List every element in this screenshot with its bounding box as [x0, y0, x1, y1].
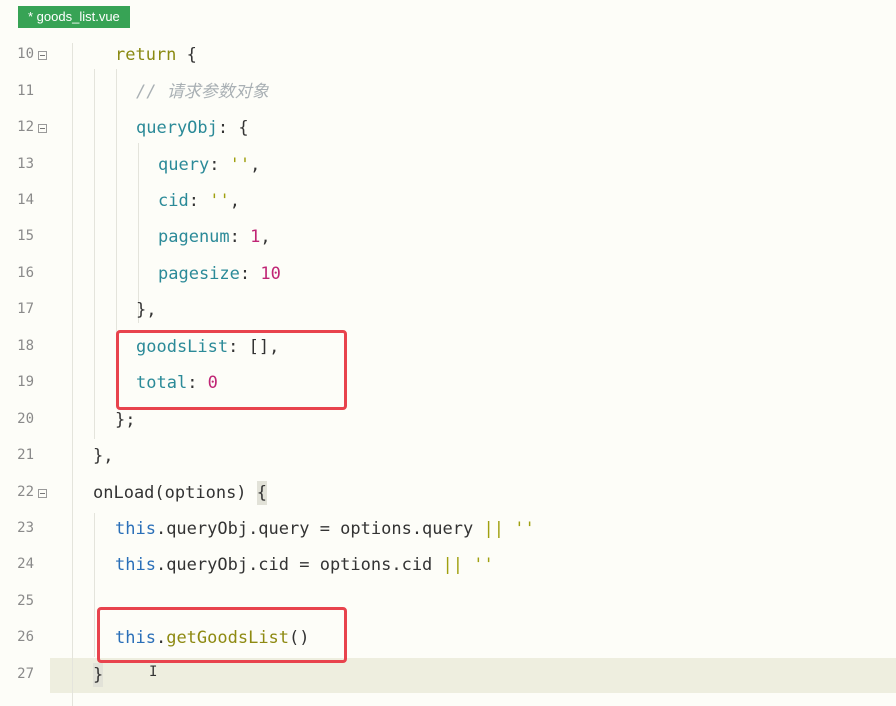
- code-token: .queryObj.cid = options.cid: [155, 555, 443, 575]
- code-line-13: query: '',: [158, 153, 260, 177]
- indent-guide: [72, 43, 73, 706]
- code-line-15: pagenum: 1,: [158, 225, 271, 249]
- editor-tab-bar: * goods_list.vue: [0, 0, 896, 33]
- line-number: 10: [17, 46, 34, 62]
- line-number: 26: [17, 629, 34, 645]
- code-line-21: },: [93, 444, 113, 468]
- code-line-10: return {: [115, 43, 197, 67]
- code-token: },: [93, 446, 114, 466]
- indent-guide: [94, 513, 95, 657]
- line-number: 27: [17, 666, 34, 682]
- file-tab-goods-list[interactable]: * goods_list.vue: [18, 6, 130, 28]
- indent-guide: [94, 69, 95, 439]
- code-line-12: queryObj: {: [136, 116, 249, 140]
- code-comment: // 请求参数对象: [136, 82, 269, 102]
- code-line-17: },: [136, 298, 156, 322]
- line-number: 12: [17, 119, 34, 135]
- string-literal: '': [209, 191, 230, 211]
- line-number: 25: [17, 593, 34, 609]
- code-token: };: [115, 410, 136, 430]
- line-number: 14: [17, 192, 34, 208]
- operator-or: ||: [442, 555, 464, 575]
- code-line-24: this.queryObj.cid = options.cid || '': [115, 553, 494, 577]
- property-name: query: [158, 155, 210, 175]
- keyword-this: this: [115, 555, 156, 575]
- code-line-27: }: [93, 663, 104, 687]
- matched-brace: }: [93, 663, 104, 687]
- number-literal: 10: [260, 264, 281, 284]
- function-name: onLoad: [93, 483, 155, 503]
- annotation-highlight-box: [116, 330, 347, 410]
- string-literal: '': [473, 555, 494, 575]
- fold-toggle-icon[interactable]: [38, 51, 47, 60]
- line-number: 18: [17, 338, 34, 354]
- code-line-20: };: [115, 408, 135, 432]
- operator-or: ||: [483, 519, 504, 539]
- fold-toggle-icon[interactable]: [38, 124, 47, 133]
- string-literal: '': [229, 155, 251, 175]
- indent-guide: [138, 143, 139, 323]
- line-number-gutter: 10 11 12 13 14 15 16 17 18 19 20 21 22 2…: [0, 33, 62, 706]
- code-token: ,: [250, 155, 261, 175]
- line-number: 22: [17, 484, 34, 500]
- code-token: ,: [229, 191, 240, 211]
- property-name: cid: [158, 191, 189, 211]
- line-number: 19: [17, 374, 34, 390]
- code-line-11: // 请求参数对象: [136, 80, 269, 104]
- text-cursor-icon: I: [149, 664, 158, 680]
- code-token: : {: [217, 118, 249, 138]
- annotation-highlight-box: [97, 607, 347, 663]
- number-literal: 1: [250, 227, 261, 247]
- property-name: queryObj: [136, 118, 218, 138]
- code-token: .queryObj.query = options.query: [155, 519, 484, 539]
- line-number: 13: [17, 156, 34, 172]
- code-token: :: [229, 227, 251, 247]
- code-line-16: pagesize: 10: [158, 262, 281, 286]
- code-line-22: onLoad(options) {: [93, 481, 268, 505]
- property-name: pagenum: [158, 227, 230, 247]
- code-token: (options): [154, 483, 257, 503]
- code-token: {: [176, 45, 197, 65]
- code-token: ,: [260, 227, 271, 247]
- code-line-14: cid: '',: [158, 189, 240, 213]
- matched-brace: {: [256, 481, 268, 505]
- code-token: :: [209, 155, 230, 175]
- line-number: 15: [17, 228, 34, 244]
- keyword-this: this: [115, 519, 156, 539]
- code-token: },: [136, 300, 157, 320]
- fold-toggle-icon[interactable]: [38, 489, 47, 498]
- keyword-return: return: [115, 45, 177, 65]
- line-number: 16: [17, 265, 34, 281]
- line-number: 23: [17, 520, 34, 536]
- line-number: 20: [17, 411, 34, 427]
- line-number: 17: [17, 301, 34, 317]
- code-line-23: this.queryObj.query = options.query || '…: [115, 517, 535, 541]
- line-number: 24: [17, 556, 34, 572]
- property-name: pagesize: [158, 264, 240, 284]
- line-number: 11: [17, 83, 34, 99]
- code-token: :: [188, 191, 210, 211]
- code-token: :: [239, 264, 261, 284]
- string-literal: '': [514, 519, 535, 539]
- line-number: 21: [17, 447, 34, 463]
